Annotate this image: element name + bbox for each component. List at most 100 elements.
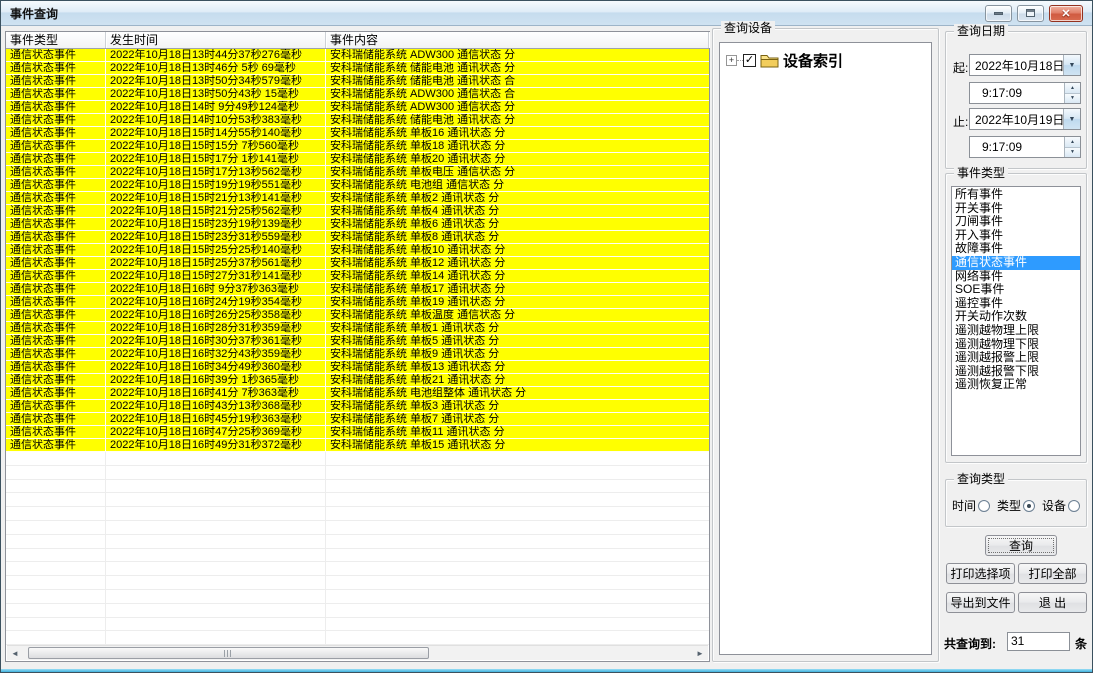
scrollbar-track[interactable] bbox=[23, 646, 692, 660]
table-row[interactable]: 通信状态事件2022年10月18日16时26分25秒358毫秒安科瑞储能系统 单… bbox=[6, 309, 709, 322]
table-row[interactable]: 通信状态事件2022年10月18日16时30分37秒361毫秒安科瑞储能系统 单… bbox=[6, 335, 709, 348]
event-type-option[interactable]: 遥测越报警上限 bbox=[952, 351, 1080, 365]
spin-up-icon[interactable]: ▲ bbox=[1065, 137, 1080, 147]
table-row[interactable]: 通信状态事件2022年10月18日16时49分31秒372毫秒安科瑞储能系统 单… bbox=[6, 439, 709, 452]
table-row[interactable]: 通信状态事件2022年10月18日15时21分25秒562毫秒安科瑞储能系统 单… bbox=[6, 205, 709, 218]
event-type-option[interactable]: 开入事件 bbox=[952, 229, 1080, 243]
scroll-left-arrow-icon[interactable]: ◄ bbox=[7, 646, 23, 660]
date-group: 查询日期 起: 2022年10月18日 ▼ 9:17:09 ▲▼ 止: 2022… bbox=[945, 31, 1087, 169]
close-button[interactable]: ✕ bbox=[1049, 5, 1083, 22]
table-row[interactable]: 通信状态事件2022年10月18日13时46分 5秒 69毫秒安科瑞储能系统 储… bbox=[6, 62, 709, 75]
tree-checkbox[interactable]: ✓ bbox=[743, 54, 756, 67]
export-to-file-button[interactable]: 导出到文件 bbox=[946, 592, 1015, 613]
table-row[interactable]: 通信状态事件2022年10月18日15时23分31秒559毫秒安科瑞储能系统 单… bbox=[6, 231, 709, 244]
table-row[interactable]: 通信状态事件2022年10月18日15时25分37秒561毫秒安科瑞储能系统 单… bbox=[6, 257, 709, 270]
table-cell: 2022年10月18日16时45分19秒363毫秒 bbox=[106, 413, 326, 426]
table-row[interactable]: 通信状态事件2022年10月18日13时50分43秒 15毫秒安科瑞储能系统 A… bbox=[6, 88, 709, 101]
table-cell: 通信状态事件 bbox=[6, 374, 106, 387]
table-cell: 通信状态事件 bbox=[6, 127, 106, 140]
title-bar[interactable]: 事件查询 ✕ bbox=[1, 1, 1092, 26]
query-button[interactable]: 查询 bbox=[985, 535, 1057, 556]
table-cell: 安科瑞储能系统 单板11 通讯状态 分 bbox=[326, 426, 709, 439]
event-type-option[interactable]: 遥测恢复正常 bbox=[952, 378, 1080, 392]
event-type-option[interactable]: 网络事件 bbox=[952, 270, 1080, 284]
table-row[interactable]: 通信状态事件2022年10月18日16时28分31秒359毫秒安科瑞储能系统 单… bbox=[6, 322, 709, 335]
table-row[interactable]: 通信状态事件2022年10月18日16时45分19秒363毫秒安科瑞储能系统 单… bbox=[6, 413, 709, 426]
event-type-option[interactable]: 刀闸事件 bbox=[952, 215, 1080, 229]
radio-option[interactable]: 设备 bbox=[1042, 497, 1080, 514]
event-type-option[interactable]: 遥测越报警下限 bbox=[952, 365, 1080, 379]
print-selected-button[interactable]: 打印选择项 bbox=[946, 563, 1015, 584]
event-type-option[interactable]: 遥控事件 bbox=[952, 297, 1080, 311]
exit-button[interactable]: 退 出 bbox=[1018, 592, 1087, 613]
table-row bbox=[6, 493, 709, 507]
table-row[interactable]: 通信状态事件2022年10月18日15时14分55秒140毫秒安科瑞储能系统 单… bbox=[6, 127, 709, 140]
table-row[interactable]: 通信状态事件2022年10月18日15时21分13秒141毫秒安科瑞储能系统 单… bbox=[6, 192, 709, 205]
event-type-option[interactable]: 所有事件 bbox=[952, 188, 1080, 202]
chevron-down-icon[interactable]: ▼ bbox=[1063, 109, 1080, 129]
spin-down-icon[interactable]: ▼ bbox=[1065, 147, 1080, 158]
table-row[interactable]: 通信状态事件2022年10月18日13时50分34秒579毫秒安科瑞储能系统 储… bbox=[6, 75, 709, 88]
table-cell bbox=[326, 590, 709, 604]
result-count-field[interactable]: 31 bbox=[1007, 632, 1070, 651]
print-all-button[interactable]: 打印全部 bbox=[1018, 563, 1087, 584]
radio-button-icon[interactable] bbox=[978, 500, 990, 512]
table-row[interactable]: 通信状态事件2022年10月18日13时44分37秒276毫秒安科瑞储能系统 A… bbox=[6, 49, 709, 62]
event-type-option[interactable]: 遥测越物理下限 bbox=[952, 338, 1080, 352]
column-header-event-type[interactable]: 事件类型 bbox=[6, 32, 106, 48]
event-type-option[interactable]: 开关动作次数 bbox=[952, 310, 1080, 324]
event-type-option[interactable]: 故障事件 bbox=[952, 242, 1080, 256]
table-cell: 2022年10月18日15时17分13秒562毫秒 bbox=[106, 166, 326, 179]
event-type-option[interactable]: 开关事件 bbox=[952, 202, 1080, 216]
spin-down-icon[interactable]: ▼ bbox=[1065, 93, 1080, 104]
table-row[interactable]: 通信状态事件2022年10月18日15时25分25秒140毫秒安科瑞储能系统 单… bbox=[6, 244, 709, 257]
scrollbar-thumb[interactable] bbox=[28, 647, 429, 659]
table-row[interactable]: 通信状态事件2022年10月18日16时41分 7秒363毫秒安科瑞储能系统 电… bbox=[6, 387, 709, 400]
table-row[interactable]: 通信状态事件2022年10月18日14时 9分49秒124毫秒安科瑞储能系统 A… bbox=[6, 101, 709, 114]
event-type-option[interactable]: SOE事件 bbox=[952, 283, 1080, 297]
table-cell bbox=[6, 493, 106, 507]
device-tree[interactable]: + ✓ 设备索引 bbox=[719, 42, 932, 655]
table-row[interactable]: 通信状态事件2022年10月18日15时17分 1秒141毫秒安科瑞储能系统 单… bbox=[6, 153, 709, 166]
tree-item-device-index[interactable]: + ✓ 设备索引 bbox=[720, 43, 931, 71]
spin-up-icon[interactable]: ▲ bbox=[1065, 83, 1080, 93]
radio-option[interactable]: 时间 bbox=[952, 497, 990, 514]
table-row[interactable]: 通信状态事件2022年10月18日15时19分19秒551毫秒安科瑞储能系统 电… bbox=[6, 179, 709, 192]
end-time-input[interactable]: 9:17:09 ▲▼ bbox=[969, 136, 1081, 158]
table-row[interactable]: 通信状态事件2022年10月18日15时15分 7秒560毫秒安科瑞储能系统 单… bbox=[6, 140, 709, 153]
column-header-time[interactable]: 发生时间 bbox=[106, 32, 326, 48]
event-type-option[interactable]: 遥测越物理上限 bbox=[952, 324, 1080, 338]
table-row[interactable]: 通信状态事件2022年10月18日16时24分19秒354毫秒安科瑞储能系统 单… bbox=[6, 296, 709, 309]
minimize-button[interactable] bbox=[985, 5, 1012, 22]
tree-expand-icon[interactable]: + bbox=[726, 55, 737, 66]
radio-label: 类型 bbox=[997, 497, 1021, 514]
restore-button[interactable] bbox=[1017, 5, 1044, 22]
event-type-list[interactable]: 所有事件开关事件刀闸事件开入事件故障事件通信状态事件网络事件SOE事件遥控事件开… bbox=[951, 186, 1081, 456]
table-row[interactable]: 通信状态事件2022年10月18日14时10分53秒383毫秒安科瑞储能系统 储… bbox=[6, 114, 709, 127]
column-header-content[interactable]: 事件内容 bbox=[326, 32, 709, 48]
end-time-stepper[interactable]: ▲▼ bbox=[1064, 137, 1080, 157]
radio-option[interactable]: 类型 bbox=[997, 497, 1035, 514]
table-cell: 安科瑞储能系统 ADW300 通信状态 合 bbox=[326, 88, 709, 101]
end-date-select[interactable]: 2022年10月19日 ▼ bbox=[969, 108, 1081, 130]
start-time-stepper[interactable]: ▲▼ bbox=[1064, 83, 1080, 103]
table-row[interactable]: 通信状态事件2022年10月18日16时43分13秒368毫秒安科瑞储能系统 单… bbox=[6, 400, 709, 413]
event-type-option[interactable]: 通信状态事件 bbox=[952, 256, 1080, 270]
horizontal-scrollbar[interactable]: ◄ ► bbox=[7, 645, 708, 660]
table-row[interactable]: 通信状态事件2022年10月18日16时39分 1秒365毫秒安科瑞储能系统 单… bbox=[6, 374, 709, 387]
table-row[interactable]: 通信状态事件2022年10月18日15时23分19秒139毫秒安科瑞储能系统 单… bbox=[6, 218, 709, 231]
start-time-input[interactable]: 9:17:09 ▲▼ bbox=[969, 82, 1081, 104]
table-row[interactable]: 通信状态事件2022年10月18日16时32分43秒359毫秒安科瑞储能系统 单… bbox=[6, 348, 709, 361]
table-row[interactable]: 通信状态事件2022年10月18日16时47分25秒369毫秒安科瑞储能系统 单… bbox=[6, 426, 709, 439]
table-row[interactable]: 通信状态事件2022年10月18日16时34分49秒360毫秒安科瑞储能系统 单… bbox=[6, 361, 709, 374]
start-date-select[interactable]: 2022年10月18日 ▼ bbox=[969, 54, 1081, 76]
radio-button-icon[interactable] bbox=[1023, 500, 1035, 512]
chevron-down-icon[interactable]: ▼ bbox=[1063, 55, 1080, 75]
radio-button-icon[interactable] bbox=[1068, 500, 1080, 512]
table-cell: 安科瑞储能系统 单板1 通讯状态 分 bbox=[326, 322, 709, 335]
folder-icon bbox=[760, 53, 779, 68]
table-row[interactable]: 通信状态事件2022年10月18日15时17分13秒562毫秒安科瑞储能系统 单… bbox=[6, 166, 709, 179]
scroll-right-arrow-icon[interactable]: ► bbox=[692, 646, 708, 660]
table-row[interactable]: 通信状态事件2022年10月18日16时 9分37秒363毫秒安科瑞储能系统 单… bbox=[6, 283, 709, 296]
table-row[interactable]: 通信状态事件2022年10月18日15时27分31秒141毫秒安科瑞储能系统 单… bbox=[6, 270, 709, 283]
